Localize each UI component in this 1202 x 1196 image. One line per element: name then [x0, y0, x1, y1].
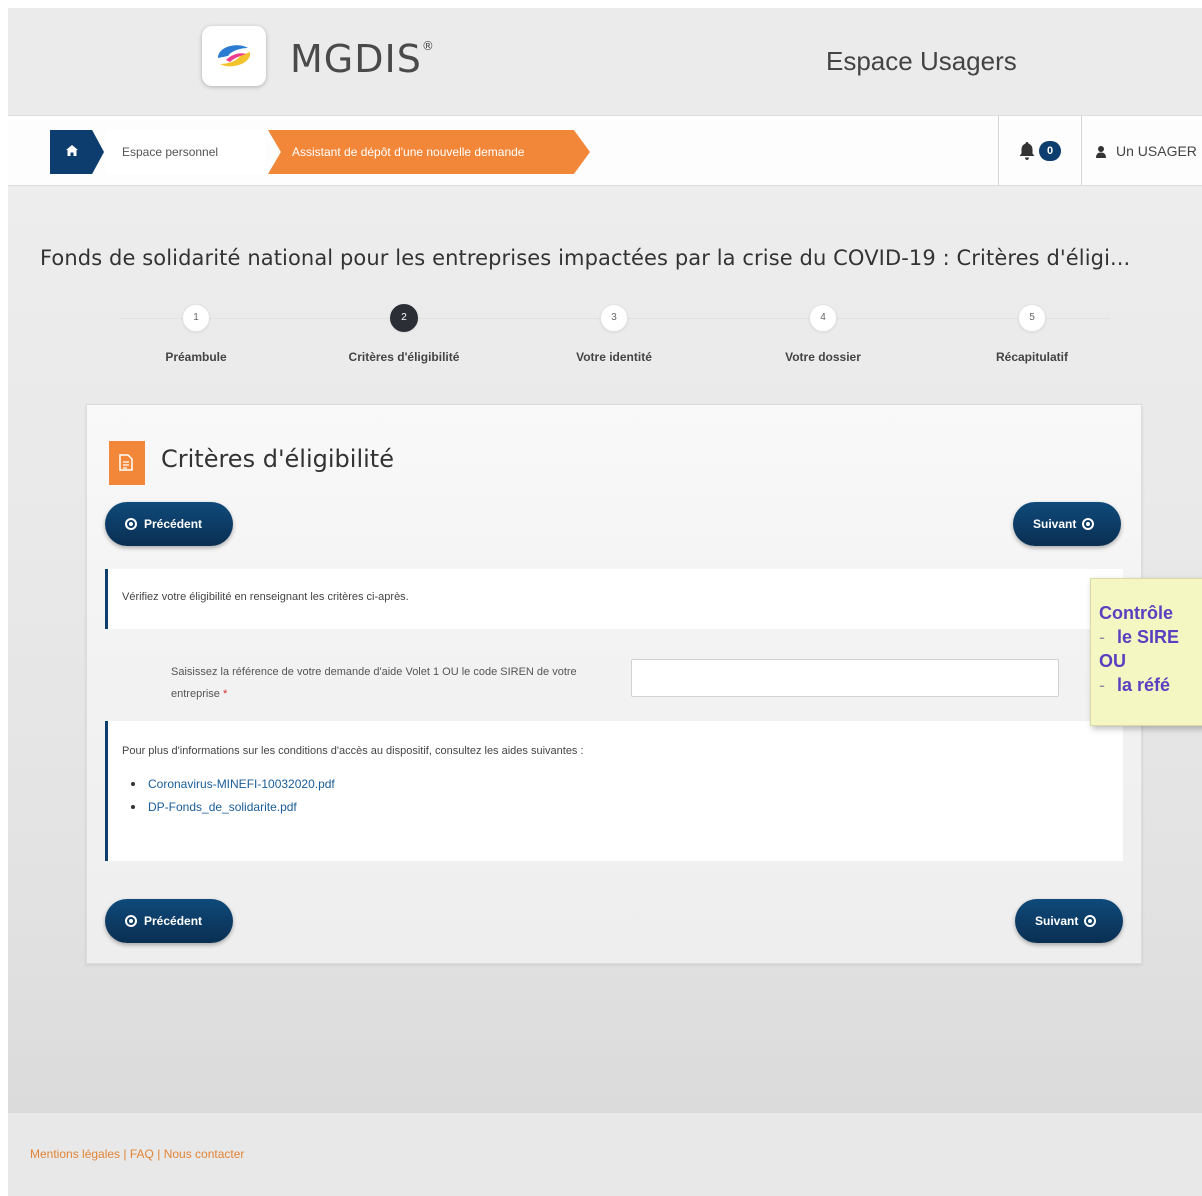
app-frame: MGDIS® Espace Usagers Espace personnel A…: [8, 8, 1202, 1196]
document-link[interactable]: Coronavirus-MINEFI-10032020.pdf: [131, 773, 335, 796]
step-preambule[interactable]: 1 Préambule: [96, 304, 296, 364]
required-marker: *: [222, 688, 228, 700]
step-label: Récapitulatif: [995, 350, 1068, 364]
breadcrumb-home[interactable]: [50, 130, 104, 174]
user-name: Un USAGER: [1116, 143, 1197, 159]
document-links: Coronavirus-MINEFI-10032020.pdf DP-Fonds…: [131, 773, 335, 819]
step-number: 3: [600, 304, 628, 332]
home-icon: [66, 145, 78, 156]
app-title: Espace Usagers: [826, 46, 1017, 76]
user-menu[interactable]: Un USAGER: [1096, 116, 1197, 186]
step-label: Critères d'éligibilité: [348, 350, 460, 364]
user-icon: [1096, 146, 1106, 159]
previous-button-bottom[interactable]: Précédent: [105, 899, 233, 943]
card-title: Critères d'éligibilité: [161, 445, 394, 473]
breadcrumb-bar: Espace personnel Assistant de dépôt d'un…: [8, 116, 1202, 186]
step-number: 4: [809, 304, 837, 332]
document-link[interactable]: DP-Fonds_de_solidarite.pdf: [131, 796, 335, 819]
siren-field-label: Saisissez la référence de votre demande …: [171, 666, 577, 700]
next-button[interactable]: Suivant: [1013, 502, 1121, 546]
brand-name: MGDIS®: [290, 37, 435, 81]
arrow-right-icon: [1084, 915, 1097, 927]
step-criteres[interactable]: 2 Critères d'éligibilité: [304, 304, 504, 364]
page-title: Fonds de solidarité national pour les en…: [40, 246, 1131, 270]
card-header-icon: [109, 441, 145, 485]
criteria-card: Critères d'éligibilité Précédent Suivant…: [86, 404, 1142, 964]
note-line: OU: [1099, 651, 1126, 671]
arrow-left-icon: [125, 915, 137, 927]
annotation-note: Contrôle - le SIRE OU - la réfé: [1090, 578, 1202, 726]
top-header: MGDIS® Espace Usagers: [8, 8, 1202, 116]
note-line: - la réfé: [1099, 675, 1171, 695]
next-button-bottom[interactable]: Suivant: [1015, 899, 1123, 943]
notifications[interactable]: 0: [998, 116, 1082, 186]
step-label: Votre identité: [576, 350, 652, 364]
step-identite[interactable]: 3 Votre identité: [514, 304, 714, 364]
document-icon: [119, 454, 133, 471]
note-line: - le SIRE: [1099, 627, 1180, 647]
footer: Mentions légales | FAQ | Nous contacter: [8, 1112, 1202, 1196]
step-recapitulatif[interactable]: 5 Récapitulatif: [932, 304, 1132, 364]
arrow-right-icon: [1082, 518, 1095, 530]
breadcrumb-current: Assistant de dépôt d'une nouvelle demand…: [268, 130, 590, 174]
logo-icon: [218, 45, 251, 67]
step-label: Votre dossier: [785, 350, 861, 364]
previous-button[interactable]: Précédent: [105, 502, 233, 546]
footer-links: Mentions légales | FAQ | Nous contacter: [30, 1147, 245, 1161]
bell-icon: [1019, 142, 1035, 160]
step-number: 5: [1018, 304, 1046, 332]
intro-text: Vérifiez votre éligibilité en renseignan…: [122, 591, 409, 603]
breadcrumb-espace-personnel[interactable]: Espace personnel: [106, 130, 266, 174]
step-label: Préambule: [165, 350, 227, 364]
mgdis-logo[interactable]: [202, 26, 266, 86]
info-text: Pour plus d'informations sur les conditi…: [122, 745, 584, 757]
step-number: 1: [182, 304, 210, 332]
note-line: Contrôle: [1099, 603, 1173, 623]
notification-count-badge: 0: [1039, 141, 1061, 161]
siren-input[interactable]: [631, 659, 1059, 697]
footer-link-mentions[interactable]: Mentions légales: [30, 1147, 120, 1161]
intro-block: Vérifiez votre éligibilité en renseignan…: [105, 569, 1123, 629]
arrow-left-icon: [125, 518, 137, 530]
step-number: 2: [390, 304, 418, 332]
info-links-block: Pour plus d'informations sur les conditi…: [105, 721, 1123, 861]
footer-link-contact[interactable]: Nous contacter: [164, 1147, 245, 1161]
footer-link-faq[interactable]: FAQ: [130, 1147, 154, 1161]
step-dossier[interactable]: 4 Votre dossier: [723, 304, 923, 364]
